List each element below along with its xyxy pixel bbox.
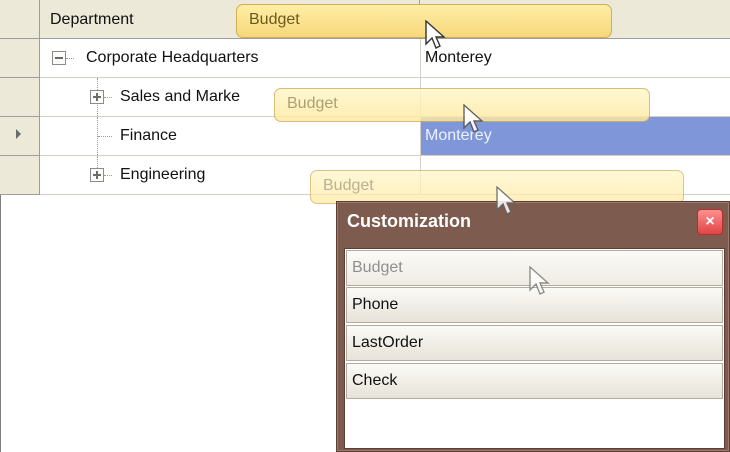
arrow-cursor-icon [529,266,550,295]
customization-window[interactable]: Customization × Budget Phone LastOrder C… [336,201,730,452]
triangle-right-icon [16,129,21,139]
row-indicator[interactable] [0,156,40,195]
tree-connector [66,58,74,59]
row-indicator-focused[interactable] [0,117,40,156]
drag-ghost-column: Budget [274,88,650,122]
row-indicator[interactable] [0,78,40,117]
minus-box-icon[interactable] [52,51,66,65]
arrow-cursor-icon [425,20,446,49]
arrow-cursor-icon [463,104,484,133]
row-indicator[interactable] [0,39,40,78]
drag-ghost-label: Budget [323,177,374,194]
tree-connector [104,175,112,176]
tree-row[interactable]: Corporate Headquarters Monterey [40,39,730,78]
tree-connector [104,97,112,98]
tree-row-selected[interactable]: Finance Monterey [40,117,730,156]
customization-item-lastorder[interactable]: LastOrder [346,325,723,361]
close-icon[interactable]: × [697,209,723,235]
department-cell[interactable]: Corporate Headquarters [86,39,416,77]
plus-box-icon[interactable] [90,90,104,104]
plus-box-icon[interactable] [90,168,104,182]
drag-ghost-label: Budget [249,11,300,28]
department-cell[interactable]: Finance [120,117,416,155]
customization-item-check[interactable]: Check [346,363,723,399]
tree-connector [98,136,112,137]
row-indicator-column [0,0,40,200]
location-cell[interactable]: Monterey [420,39,730,77]
indicator-header-cell [0,0,40,39]
customization-title: Customization [347,211,471,231]
drag-ghost-column: Budget [236,4,612,38]
arrow-cursor-icon [496,186,517,215]
drag-ghost-label: Budget [287,95,338,112]
